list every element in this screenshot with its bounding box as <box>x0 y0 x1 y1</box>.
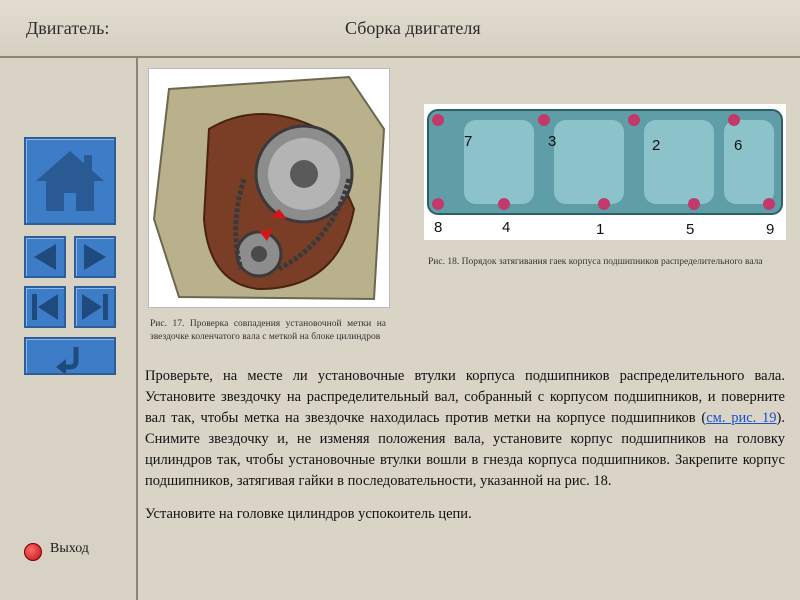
figure-18-bearing-housing-image: 7 3 2 6 8 4 1 5 9 <box>424 104 786 240</box>
instruction-paragraph-2: Установите на головке цилиндров успокоит… <box>145 506 472 522</box>
app-window: Двигатель: Сборка двигателя Выход Рис. 1… <box>0 0 800 600</box>
next-page-button[interactable] <box>74 236 116 278</box>
bolt-label-bottom: 9 <box>766 221 774 238</box>
instruction-text: Проверьте, на месте ли установочные втул… <box>145 366 785 525</box>
bolt-label-top: 7 <box>464 133 472 150</box>
bolt-label-top: 6 <box>734 137 742 154</box>
section-title: Двигатель: <box>26 18 110 38</box>
bolt-label-bottom: 4 <box>502 219 510 236</box>
figure-17-engine-timing-image <box>148 68 390 308</box>
instruction-paragraph-1: Проверьте, на месте ли установочные втул… <box>145 366 785 492</box>
return-button[interactable] <box>24 337 116 375</box>
page-title: Сборка двигателя <box>345 18 481 38</box>
bolt-label-bottom: 1 <box>596 221 604 238</box>
last-page-button[interactable] <box>74 286 116 328</box>
home-button[interactable] <box>24 137 116 225</box>
arrow-left-icon <box>34 244 56 270</box>
first-page-button[interactable] <box>24 286 66 328</box>
figure-19-link[interactable]: см. рис. 19 <box>706 410 776 426</box>
bearing-housing-illustration: 7 3 2 6 8 4 1 5 9 <box>424 104 786 240</box>
arrow-right-icon <box>84 244 106 270</box>
paragraph-1-start: Проверьте, на месте ли установочные втул… <box>145 368 785 426</box>
bolt-label-top: 3 <box>548 133 556 150</box>
bolt-label-bottom: 5 <box>686 221 694 238</box>
skip-last-icon <box>82 294 108 320</box>
header-bar: Двигатель: Сборка двигателя <box>0 0 800 58</box>
engine-timing-illustration <box>149 69 389 307</box>
skip-first-icon <box>32 294 58 320</box>
home-icon <box>36 151 104 211</box>
prev-page-button[interactable] <box>24 236 66 278</box>
figure-18-caption: Рис. 18. Порядок затягивания гаек корпус… <box>428 257 763 267</box>
exit-label: Выход <box>50 541 89 556</box>
figure-17-caption: Рис. 17. Проверка совпадения установочно… <box>150 319 386 342</box>
bolt-label-top: 2 <box>652 137 660 154</box>
exit-icon <box>24 543 42 561</box>
return-icon <box>56 347 79 373</box>
bolt-label-bottom: 8 <box>434 219 442 236</box>
